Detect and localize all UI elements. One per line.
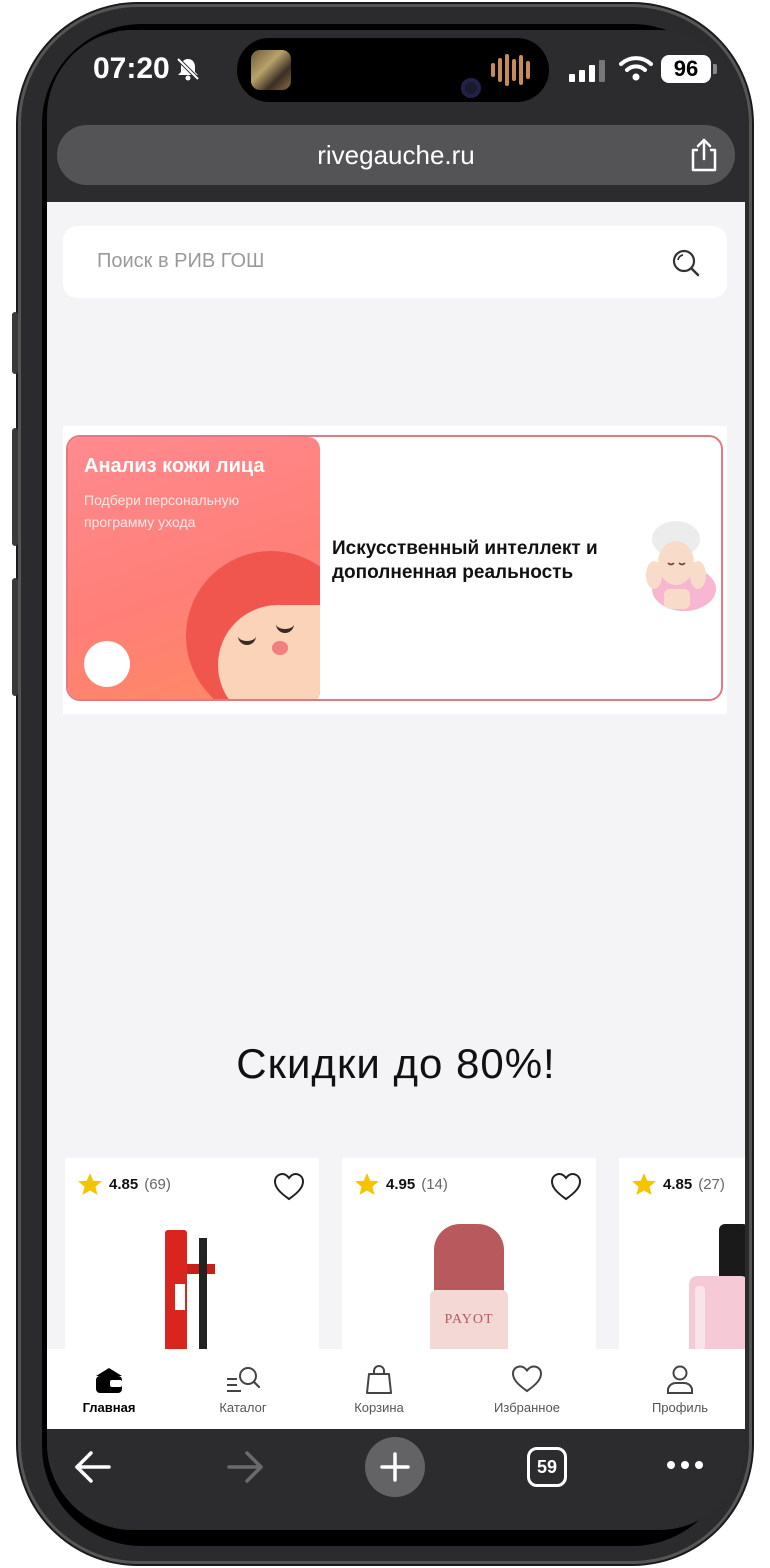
perfume-icon xyxy=(689,1224,745,1349)
cellular-signal-icon xyxy=(569,60,605,82)
search-box[interactable] xyxy=(63,226,727,298)
product-brand: PAYOT xyxy=(444,1312,494,1327)
site-tab-bar: Главная Каталог Корзина Избранное Профил… xyxy=(47,1349,745,1429)
skin-analysis-banner[interactable]: Анализ кожи лица Подбери персональную пр… xyxy=(66,435,723,701)
status-bar: 07:20 96 xyxy=(47,30,745,120)
banner-play-dot[interactable] xyxy=(84,641,130,687)
volume-up-button xyxy=(12,428,18,546)
dynamic-island xyxy=(237,38,549,102)
product-card[interactable]: 4.95 (14) PAYOT xyxy=(342,1158,596,1349)
review-count: (27) xyxy=(698,1175,725,1193)
wifi-icon xyxy=(619,56,653,81)
banner-text: Искусственный интеллект и дополненная ре… xyxy=(332,538,598,583)
banner-subtitle: Подбери персональную программу ухода xyxy=(84,492,240,530)
product-card[interactable]: 4.85 (27) xyxy=(619,1158,745,1349)
screen: 07:20 96 rivegauche.ru Поиск в РИВ ГОШ А… xyxy=(47,30,745,1530)
volume-down-button xyxy=(12,578,18,696)
more-menu-icon[interactable] xyxy=(665,1459,705,1471)
banner-title: Анализ кожи лица xyxy=(84,455,265,477)
rating-value: 4.95 xyxy=(386,1175,416,1193)
bell-muted-icon xyxy=(176,57,200,81)
product-rating: 4.95 (14) xyxy=(354,1172,448,1196)
url-text[interactable]: rivegauche.ru xyxy=(57,140,735,171)
rating-value: 4.85 xyxy=(109,1175,139,1193)
search-input[interactable] xyxy=(97,250,617,273)
status-time: 07:20 xyxy=(93,52,170,85)
tab-profile[interactable]: Профиль xyxy=(635,1349,725,1429)
star-icon xyxy=(355,1173,379,1195)
spa-face-mask-icon xyxy=(646,521,716,611)
tab-label: Главная xyxy=(82,1400,136,1415)
favorite-heart-icon[interactable] xyxy=(550,1172,582,1202)
profile-icon xyxy=(667,1365,693,1394)
tab-label: Каталог xyxy=(219,1400,267,1415)
now-playing-artwork xyxy=(251,50,291,90)
battery-tip xyxy=(713,64,717,74)
tab-label: Избранное xyxy=(494,1400,560,1415)
plus-icon xyxy=(380,1452,410,1482)
tabs-count-button[interactable]: 59 xyxy=(527,1447,567,1487)
front-camera xyxy=(461,78,481,98)
tab-cart[interactable]: Корзина xyxy=(337,1349,421,1429)
review-count: (14) xyxy=(421,1175,448,1193)
battery-indicator: 96 xyxy=(661,55,711,83)
forward-arrow-icon[interactable] xyxy=(225,1449,265,1485)
share-icon[interactable] xyxy=(689,137,719,173)
audio-waveform-icon xyxy=(491,50,530,90)
product-rating: 4.85 (27) xyxy=(631,1172,725,1196)
banner-image-panel: Анализ кожи лица Подбери персональную пр… xyxy=(68,437,320,699)
heart-icon xyxy=(511,1365,543,1393)
tab-label: Корзина xyxy=(354,1400,404,1415)
review-count: (69) xyxy=(144,1175,171,1193)
favorite-heart-icon[interactable] xyxy=(273,1172,305,1202)
star-icon xyxy=(78,1173,102,1195)
mascara-icon xyxy=(165,1230,215,1349)
browser-address-area: rivegauche.ru xyxy=(47,120,745,202)
web-content: Анализ кожи лица Подбери персональную пр… xyxy=(47,202,745,1349)
product-carousel[interactable]: 4.85 (69) 4.95 (14) PAYOT 4.85 (27) xyxy=(65,1158,745,1349)
deodorant-icon: PAYOT xyxy=(430,1224,508,1349)
mascot-cheek xyxy=(272,641,288,655)
address-bar[interactable]: rivegauche.ru xyxy=(57,125,735,185)
tab-favorites[interactable]: Избранное xyxy=(477,1349,577,1429)
browser-toolbar: 59 xyxy=(47,1429,745,1530)
product-rating: 4.85 (69) xyxy=(77,1172,171,1196)
tab-catalog[interactable]: Каталог xyxy=(201,1349,285,1429)
tab-home[interactable]: Главная xyxy=(67,1349,151,1429)
home-icon xyxy=(96,1368,122,1393)
new-tab-button[interactable] xyxy=(365,1437,425,1497)
mute-switch xyxy=(12,312,18,374)
tab-label: Профиль xyxy=(651,1400,709,1415)
back-arrow-icon[interactable] xyxy=(73,1449,113,1485)
sale-section-title: Скидки до 80%! xyxy=(236,1040,556,1087)
product-card[interactable]: 4.85 (69) xyxy=(65,1158,319,1349)
rating-value: 4.85 xyxy=(663,1175,693,1193)
catalog-search-icon xyxy=(227,1367,261,1392)
bag-icon xyxy=(366,1365,392,1394)
promo-banner-container: Анализ кожи лица Подбери персональную пр… xyxy=(63,426,727,714)
search-icon[interactable] xyxy=(671,248,701,278)
star-icon xyxy=(632,1173,656,1195)
